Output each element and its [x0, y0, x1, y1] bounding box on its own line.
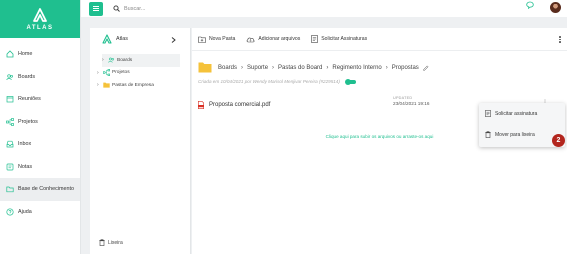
nav-item-projetos[interactable]: Projetos — [0, 111, 80, 134]
created-info: Criada em 10/04/2021 por Wendy Marisol M… — [198, 78, 356, 85]
add-files-label: Adicionar arquivos — [258, 36, 301, 42]
tree-item-label: Boards — [117, 57, 133, 63]
top-bar: Buscar... — [81, 0, 567, 17]
created-info-text: Criada em 10/04/2021 por Wendy Marisol M… — [198, 79, 340, 84]
menu-item-label: Solicitar assinatura — [495, 110, 538, 117]
tree-item-label: Pastas de Empresa — [112, 82, 154, 88]
calendar-icon — [6, 95, 14, 103]
folder-icon — [6, 185, 14, 193]
breadcrumb-item[interactable]: Propostas — [392, 65, 419, 71]
atlas-logo-icon — [102, 34, 112, 44]
tree-header[interactable]: Atlas — [90, 28, 190, 50]
add-files-button[interactable]: Adicionar arquivos — [246, 36, 300, 43]
hierarchy-icon — [6, 117, 14, 126]
menu-item-request-signature[interactable]: Solicitar assinatura — [479, 103, 565, 124]
user-avatar[interactable] — [550, 2, 561, 13]
chevron-right-icon[interactable] — [171, 37, 176, 43]
nav-item-label: Reuniões — [18, 96, 41, 103]
main-nav: Home Boards Reuniões Projetos Inbox Nota… — [0, 43, 80, 223]
home-icon — [6, 50, 14, 58]
chat-icon[interactable] — [526, 1, 534, 9]
step-badge: 2 — [552, 134, 565, 147]
nav-item-label: Inbox — [18, 141, 32, 148]
tree-item-pastas-de-empresa[interactable]: › Pastas de Empresa — [90, 79, 190, 92]
help-icon — [6, 208, 14, 216]
nav-item-label: Home — [18, 51, 33, 58]
tree-item-boards[interactable]: › Boards — [102, 54, 180, 67]
inbox-icon — [6, 140, 14, 148]
nav-item-home[interactable]: Home — [0, 43, 80, 66]
hierarchy-icon — [103, 69, 112, 77]
toolbar: Nova Pasta Adicionar arquivos Solicitar … — [192, 28, 567, 51]
folder-plus-icon — [198, 36, 206, 43]
pdf-file-icon — [198, 101, 204, 109]
atlas-logo-icon — [33, 7, 47, 22]
nav-item-label: Projetos — [18, 118, 38, 125]
app: ATLAS Home Boards Reuniões Projetos Inbo… — [0, 0, 567, 254]
nav-item-reunioes[interactable]: Reuniões — [0, 88, 80, 111]
breadcrumb-item[interactable]: Suporte — [247, 65, 268, 71]
folder-icon — [103, 82, 112, 88]
brand-header[interactable]: ATLAS — [0, 0, 80, 38]
trash-icon — [99, 239, 105, 246]
folder-icon — [198, 62, 212, 73]
breadcrumb-item[interactable]: Regimento Interno — [332, 65, 381, 71]
menu-button[interactable] — [89, 1, 103, 16]
menu-item-label: Mover para lixeira — [495, 131, 535, 138]
chevron-right-icon: › — [272, 64, 275, 71]
breadcrumb-item[interactable]: Boards — [218, 65, 237, 71]
brand-name: ATLAS — [26, 24, 54, 31]
people-icon — [108, 57, 117, 63]
file-date: 23/04/2021 19:16 — [393, 101, 430, 106]
tree-item-projetos[interactable]: › Projetos — [90, 67, 190, 80]
pencil-icon[interactable] — [423, 65, 429, 71]
nav-item-label: Notas — [18, 163, 33, 170]
note-icon — [6, 163, 14, 171]
chevron-right-icon: › — [241, 64, 244, 71]
new-folder-button[interactable]: Nova Pasta — [198, 36, 235, 43]
trash-icon — [485, 131, 491, 138]
nav-item-base-de-conhecimento[interactable]: Base de Conhecimento — [0, 178, 80, 201]
more-options-icon[interactable] — [559, 36, 561, 43]
chevron-right-icon: › — [326, 64, 329, 71]
request-signatures-button[interactable]: Solicitar Assinaturas — [311, 35, 367, 43]
nav-item-boards[interactable]: Boards — [0, 66, 80, 89]
file-name[interactable]: Proposta comercial.pdf — [209, 102, 270, 108]
nav-item-label: Ajuda — [18, 208, 32, 215]
nav-item-label: Boards — [18, 73, 36, 80]
breadcrumb: Boards › Suporte › Pastas do Board › Reg… — [198, 62, 429, 73]
nav-item-inbox[interactable]: Inbox — [0, 133, 80, 156]
request-signatures-label: Solicitar Assinaturas — [321, 36, 368, 42]
tree-item-label: Projetos — [112, 70, 130, 76]
trash-label: Lixeira — [108, 239, 123, 246]
search-box[interactable]: Buscar... — [113, 5, 145, 12]
people-icon — [6, 73, 14, 81]
new-folder-label: Nova Pasta — [209, 36, 236, 42]
search-input[interactable]: Buscar... — [124, 6, 145, 12]
tree-title: Atlas — [116, 36, 128, 42]
nav-item-notas[interactable]: Notas — [0, 156, 80, 179]
search-icon — [113, 5, 120, 12]
visibility-toggle[interactable] — [344, 78, 356, 85]
breadcrumb-item[interactable]: Pastas do Board — [278, 65, 322, 71]
chevron-right-icon: › — [385, 64, 388, 71]
signature-icon — [311, 35, 319, 43]
trash-link[interactable]: Lixeira — [99, 239, 123, 246]
nav-item-label: Base de Conhecimento — [18, 186, 75, 193]
nav-item-ajuda[interactable]: Ajuda — [0, 201, 80, 224]
cloud-upload-icon — [247, 37, 255, 42]
left-sidebar: ATLAS Home Boards Reuniões Projetos Inbo… — [0, 0, 81, 254]
signature-icon — [485, 110, 491, 117]
folder-tree-panel: Atlas › Boards › Projetos › Pastas de Em… — [90, 28, 191, 254]
